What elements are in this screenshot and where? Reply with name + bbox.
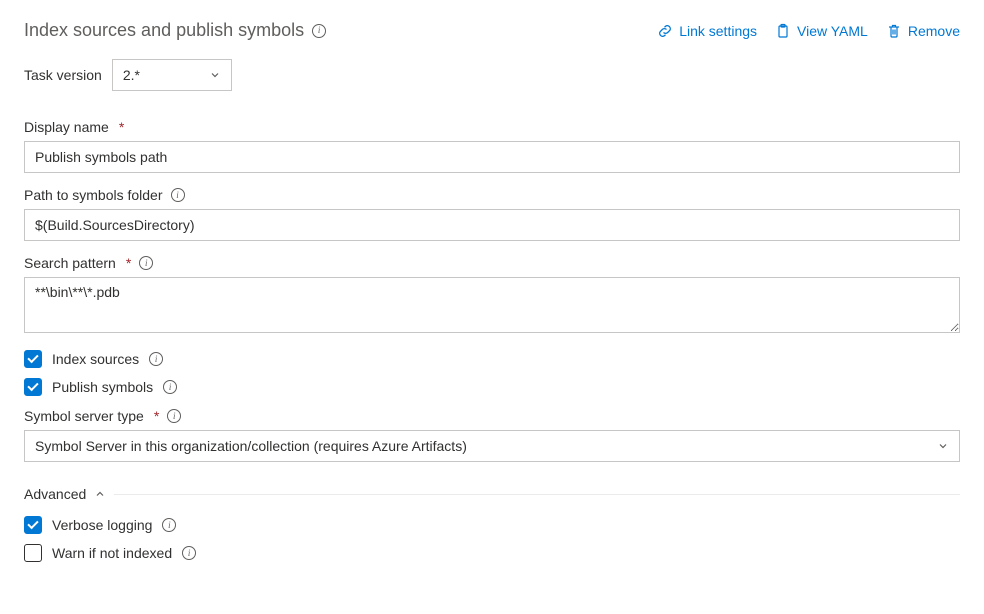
- display-name-input[interactable]: [24, 141, 960, 173]
- clipboard-icon: [775, 23, 791, 39]
- symbol-server-type-field: Symbol server type * i Symbol Server in t…: [24, 408, 960, 462]
- info-icon[interactable]: i: [167, 409, 181, 423]
- chevron-down-icon: [937, 440, 949, 452]
- advanced-section-header[interactable]: Advanced: [24, 486, 960, 502]
- remove-button[interactable]: Remove: [886, 23, 960, 39]
- header-row: Index sources and publish symbols i Link…: [24, 20, 960, 41]
- publish-symbols-row: Publish symbols i: [24, 378, 960, 396]
- page-title: Index sources and publish symbols i: [24, 20, 326, 41]
- required-marker: *: [119, 119, 124, 135]
- info-icon[interactable]: i: [163, 380, 177, 394]
- required-marker: *: [126, 255, 131, 271]
- symbol-server-type-select[interactable]: Symbol Server in this organization/colle…: [24, 430, 960, 462]
- publish-symbols-label: Publish symbols: [52, 379, 153, 395]
- info-icon[interactable]: i: [139, 256, 153, 270]
- display-name-label-row: Display name *: [24, 119, 960, 135]
- index-sources-label: Index sources: [52, 351, 139, 367]
- search-pattern-field: Search pattern * i: [24, 255, 960, 336]
- view-yaml-label: View YAML: [797, 23, 868, 39]
- symbol-server-type-label-row: Symbol server type * i: [24, 408, 960, 424]
- link-icon: [657, 23, 673, 39]
- path-to-symbols-field: Path to symbols folder i: [24, 187, 960, 241]
- info-icon[interactable]: i: [312, 24, 326, 38]
- link-settings-button[interactable]: Link settings: [657, 23, 757, 39]
- search-pattern-label-row: Search pattern * i: [24, 255, 960, 271]
- info-icon[interactable]: i: [182, 546, 196, 560]
- index-sources-row: Index sources i: [24, 350, 960, 368]
- chevron-down-icon: [209, 69, 221, 81]
- info-icon[interactable]: i: [149, 352, 163, 366]
- symbol-server-type-value: Symbol Server in this organization/colle…: [35, 438, 467, 454]
- chevron-up-icon: [94, 488, 106, 500]
- verbose-logging-label: Verbose logging: [52, 517, 152, 533]
- verbose-logging-checkbox[interactable]: [24, 516, 42, 534]
- path-to-symbols-label-row: Path to symbols folder i: [24, 187, 960, 203]
- task-version-select[interactable]: 2.*: [112, 59, 232, 91]
- view-yaml-button[interactable]: View YAML: [775, 23, 868, 39]
- index-sources-checkbox[interactable]: [24, 350, 42, 368]
- required-marker: *: [154, 408, 159, 424]
- advanced-title: Advanced: [24, 486, 86, 502]
- remove-label: Remove: [908, 23, 960, 39]
- info-icon[interactable]: i: [162, 518, 176, 532]
- warn-if-not-indexed-checkbox[interactable]: [24, 544, 42, 562]
- page-title-text: Index sources and publish symbols: [24, 20, 304, 41]
- link-settings-label: Link settings: [679, 23, 757, 39]
- path-to-symbols-input[interactable]: [24, 209, 960, 241]
- warn-if-not-indexed-label: Warn if not indexed: [52, 545, 172, 561]
- search-pattern-input[interactable]: [24, 277, 960, 333]
- trash-icon: [886, 23, 902, 39]
- task-version-value: 2.*: [123, 67, 140, 83]
- verbose-logging-row: Verbose logging i: [24, 516, 960, 534]
- display-name-field: Display name *: [24, 119, 960, 173]
- header-actions: Link settings View YAML Remove: [657, 23, 960, 39]
- symbol-server-type-label: Symbol server type: [24, 408, 144, 424]
- display-name-label: Display name: [24, 119, 109, 135]
- warn-if-not-indexed-row: Warn if not indexed i: [24, 544, 960, 562]
- task-version-row: Task version 2.*: [24, 59, 960, 91]
- task-version-label: Task version: [24, 67, 102, 83]
- info-icon[interactable]: i: [171, 188, 185, 202]
- path-to-symbols-label: Path to symbols folder: [24, 187, 163, 203]
- publish-symbols-checkbox[interactable]: [24, 378, 42, 396]
- search-pattern-label: Search pattern: [24, 255, 116, 271]
- divider: [114, 494, 960, 495]
